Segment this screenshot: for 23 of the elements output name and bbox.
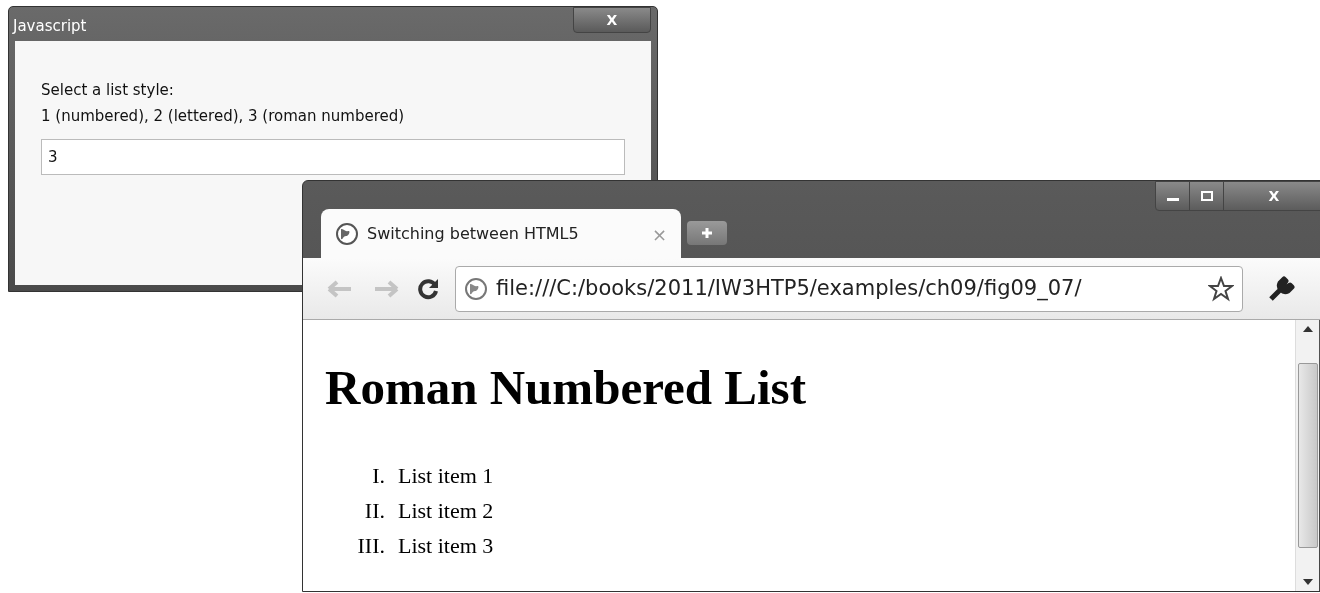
scrollbar[interactable] bbox=[1295, 320, 1319, 591]
page-heading: Roman Numbered List bbox=[325, 360, 807, 416]
reload-icon[interactable] bbox=[417, 277, 439, 300]
plus-icon bbox=[701, 227, 713, 239]
browser-tab[interactable]: Switching between HTML5 × bbox=[321, 209, 681, 259]
wrench-icon[interactable] bbox=[1267, 274, 1295, 303]
list-marker: I. bbox=[371, 462, 385, 490]
close-button[interactable]: X bbox=[573, 7, 651, 33]
input-field[interactable]: 3 bbox=[41, 139, 625, 175]
star-icon[interactable] bbox=[1208, 275, 1234, 302]
prompt-text: Select a list style: bbox=[41, 80, 175, 101]
new-tab-button[interactable] bbox=[687, 221, 727, 245]
tab-title: Switching between HTML5 bbox=[367, 223, 580, 245]
list-marker: II. bbox=[363, 497, 385, 525]
list-item: List item 3 bbox=[398, 532, 494, 560]
list-item: List item 1 bbox=[398, 462, 494, 490]
prompt-text: 1 (numbered), 2 (lettered), 3 (roman numbered) bbox=[41, 106, 406, 127]
url-text: file:///C:/books/2011/IW3HTP5/examples/ch09/fig09_07/ bbox=[496, 274, 1083, 303]
address-bar[interactable]: file:///C:/books/2011/IW3HTP5/examples/ch09/fig09_07/ bbox=[455, 265, 1243, 312]
list-marker: III. bbox=[356, 532, 385, 560]
window-title: Javascript bbox=[13, 16, 87, 37]
close-button[interactable]: X bbox=[1224, 182, 1320, 210]
list-item: List item 2 bbox=[398, 497, 494, 525]
